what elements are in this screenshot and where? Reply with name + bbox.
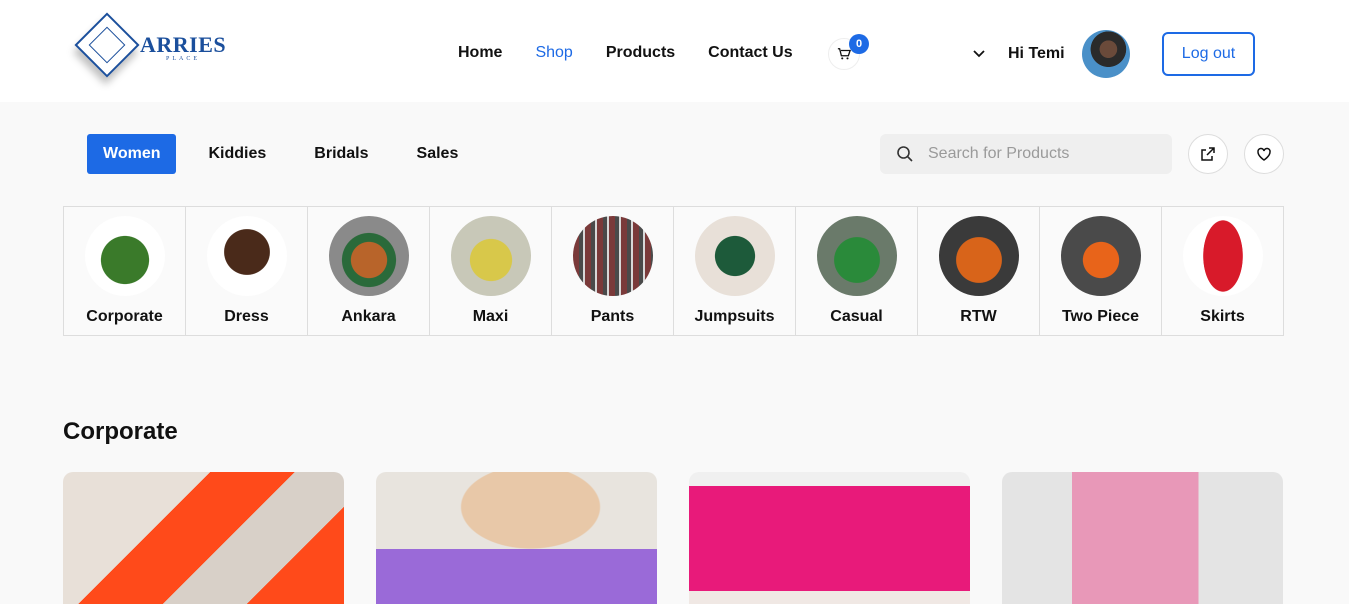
nav-home[interactable]: Home xyxy=(458,44,502,62)
nav-products[interactable]: Products xyxy=(606,44,675,62)
category-casual[interactable]: Casual xyxy=(796,207,918,335)
category-label: RTW xyxy=(960,308,997,325)
category-label: Casual xyxy=(830,308,883,325)
tab-women[interactable]: Women xyxy=(87,134,177,174)
main-nav: Home Shop Products Contact Us xyxy=(458,44,826,62)
category-rtw[interactable]: RTW xyxy=(918,207,1040,335)
section-title: Corporate xyxy=(63,418,178,445)
tab-bridals[interactable]: Bridals xyxy=(298,134,384,174)
tab-sales[interactable]: Sales xyxy=(401,134,475,174)
category-image xyxy=(450,216,531,296)
brand-name: ARRIES xyxy=(140,32,227,57)
category-label: Ankara xyxy=(341,308,396,325)
category-tabs: Women Kiddies Bridals Sales xyxy=(87,134,490,174)
tab-kiddies[interactable]: Kiddies xyxy=(192,134,282,174)
category-grid: Corporate Dress Ankara Maxi Pants Jumpsu… xyxy=(63,206,1284,336)
category-label: Skirts xyxy=(1200,308,1245,325)
site-header: ARRIES PLACE Home Shop Products Contact … xyxy=(0,0,1349,102)
share-button[interactable] xyxy=(1188,134,1228,174)
category-image xyxy=(816,216,897,296)
nav-contact[interactable]: Contact Us xyxy=(708,44,792,62)
category-label: Corporate xyxy=(86,308,163,325)
search-bar xyxy=(880,134,1172,174)
search-icon xyxy=(897,146,913,162)
category-dress[interactable]: Dress xyxy=(186,207,308,335)
wishlist-button[interactable] xyxy=(1244,134,1284,174)
heart-icon xyxy=(1257,147,1271,161)
category-pants[interactable]: Pants xyxy=(552,207,674,335)
category-image xyxy=(938,216,1019,296)
cart-icon xyxy=(837,48,851,60)
nav-shop[interactable]: Shop xyxy=(535,44,572,62)
user-avatar[interactable] xyxy=(1082,30,1130,78)
logout-button[interactable]: Log out xyxy=(1162,32,1255,76)
category-ankara[interactable]: Ankara xyxy=(308,207,430,335)
category-two-piece[interactable]: Two Piece xyxy=(1040,207,1162,335)
product-card[interactable] xyxy=(1002,472,1283,604)
product-card[interactable] xyxy=(376,472,657,604)
brand-logo[interactable]: ARRIES PLACE xyxy=(74,12,244,100)
product-card[interactable] xyxy=(63,472,344,604)
cart-count-badge: 0 xyxy=(849,34,869,54)
category-image xyxy=(694,216,775,296)
category-label: Pants xyxy=(590,308,635,325)
product-list xyxy=(63,472,1283,604)
category-skirts[interactable]: Skirts xyxy=(1162,207,1283,335)
share-icon xyxy=(1201,147,1215,161)
logo-diamond-icon xyxy=(74,12,140,78)
category-label: Jumpsuits xyxy=(694,308,775,325)
category-image xyxy=(1182,216,1263,296)
search-input[interactable] xyxy=(928,145,1148,163)
product-card[interactable] xyxy=(689,472,970,604)
category-label: Maxi xyxy=(472,308,509,325)
brand-sub: PLACE xyxy=(166,56,201,62)
category-maxi[interactable]: Maxi xyxy=(430,207,552,335)
user-greeting: Hi Temi xyxy=(1008,45,1065,62)
category-corporate[interactable]: Corporate xyxy=(64,207,186,335)
category-jumpsuits[interactable]: Jumpsuits xyxy=(674,207,796,335)
category-label: Two Piece xyxy=(1061,308,1140,325)
category-image xyxy=(572,216,653,296)
category-label: Dress xyxy=(224,308,269,325)
category-image xyxy=(1060,216,1141,296)
category-image xyxy=(206,216,287,296)
chevron-down-icon[interactable] xyxy=(972,47,986,61)
category-image xyxy=(84,216,165,296)
category-image xyxy=(328,216,409,296)
